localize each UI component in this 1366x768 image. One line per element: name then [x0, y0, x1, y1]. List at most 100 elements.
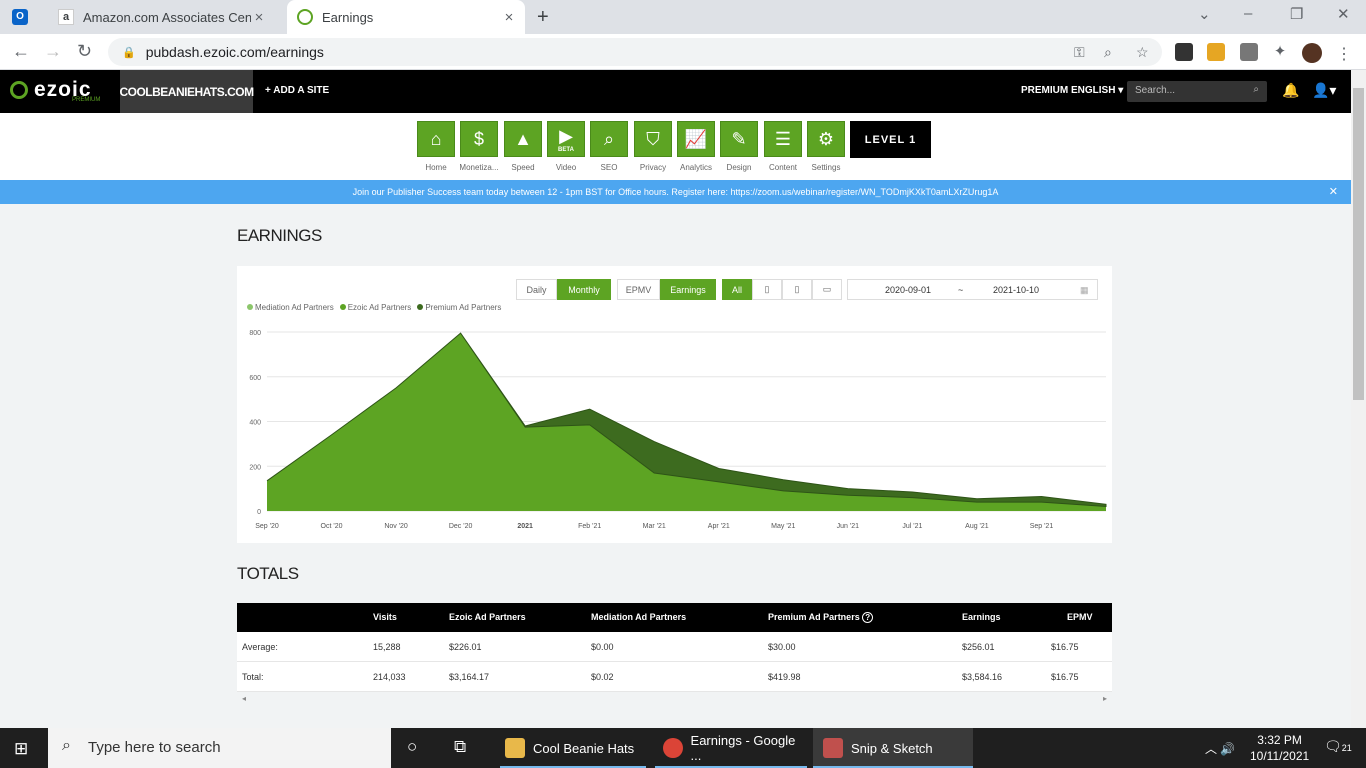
x-tick-label: Aug '21	[965, 523, 989, 530]
extensions-puzzle-icon[interactable]: ✦	[1271, 43, 1289, 61]
minimize-icon[interactable]: –	[1244, 5, 1252, 22]
key-icon[interactable]: ⚿	[1074, 44, 1085, 61]
site-selector[interactable]: COOLBEANIEHATS.COM	[119, 70, 254, 113]
bell-icon[interactable]: 🔔	[1282, 82, 1299, 99]
x-tick-label: Jul '21	[902, 523, 922, 530]
x-tick-label: 2021	[517, 523, 533, 530]
x-tick-label: May '21	[771, 523, 795, 530]
table-cell: $16.75	[1051, 672, 1079, 682]
app-label: Cool Beanie Hats	[533, 740, 635, 756]
col-epmv: EPMV	[1067, 612, 1093, 622]
totals-title: TOTALS	[237, 564, 299, 583]
taskbar-clock[interactable]: 3:32 PM 10/11/2021	[1250, 732, 1309, 764]
tab-search-icon[interactable]: ⌄	[1198, 5, 1211, 23]
page-scrollbar[interactable]	[1351, 70, 1366, 728]
nav-privacy-button[interactable]: ⛉	[634, 121, 672, 157]
nav-home-button[interactable]: ⌂	[417, 121, 455, 157]
close-tab-icon[interactable]: ×	[501, 9, 517, 26]
extension-hat-icon[interactable]	[1175, 43, 1193, 61]
level-text: LEVEL 1	[864, 133, 917, 146]
nav-label: Settings	[811, 163, 841, 172]
windows-start-icon[interactable]: ⊞	[14, 739, 28, 759]
x-tick-label: Jun '21	[837, 523, 859, 530]
x-tick-label: Sep '20	[255, 523, 279, 530]
nav-speed-button[interactable]: ▲	[504, 121, 542, 157]
close-window-icon[interactable]: ✕	[1337, 5, 1350, 23]
new-tab-button[interactable]: +	[537, 6, 549, 29]
close-tab-icon[interactable]: ×	[251, 9, 267, 26]
nav-content-button[interactable]: ☰	[764, 121, 802, 157]
x-tick-label: Apr '21	[708, 523, 730, 530]
shield-icon: ⛉	[646, 128, 660, 149]
ezoic-logo[interactable]: ezoic PREMIUM	[10, 78, 100, 103]
amazon-icon: a	[58, 9, 74, 25]
table-horizontal-scrollbar[interactable]: ◂ ▸	[237, 694, 1112, 706]
notification-center-icon[interactable]: 🗨21	[1324, 738, 1352, 755]
taskbar-app-explorer[interactable]: Cool Beanie Hats	[500, 728, 646, 768]
language-dropdown[interactable]: ENGLISH ▾	[1071, 85, 1123, 96]
forward-icon[interactable]: →	[44, 41, 62, 62]
home-icon: ⌂	[430, 128, 442, 149]
tab-label: Earnings	[322, 9, 374, 25]
nav-analytics-button[interactable]: 📈	[677, 121, 715, 157]
nav-label: Monetiza...	[459, 163, 499, 172]
table-cell: $226.01	[449, 642, 482, 652]
scrollbar-thumb[interactable]	[1353, 88, 1364, 400]
profile-avatar[interactable]	[1302, 43, 1322, 63]
dollar-icon: $	[473, 128, 484, 149]
scroll-left-icon[interactable]: ◂	[242, 694, 246, 703]
browser-tab-strip: O a Amazon.com Associates Central × Earn…	[0, 0, 1366, 34]
add-site-link[interactable]: + ADD A SITE	[265, 85, 329, 96]
search-icon: ⌕	[1253, 84, 1259, 95]
search-input[interactable]: Search... ⌕	[1127, 81, 1267, 102]
tab-label: Amazon.com Associates Central	[83, 9, 251, 25]
taskbar-search[interactable]: ⌕ Type here to search	[48, 728, 391, 768]
table-cell: $30.00	[768, 642, 796, 652]
earnings-chart-card: Daily Monthly EPMV Earnings All ▯ ▯ ▭ 20…	[237, 266, 1112, 543]
gear-icon: ⚙	[817, 128, 835, 149]
taskbar-app-chrome[interactable]: Earnings - Google ...	[655, 728, 807, 768]
series-area	[267, 333, 1106, 511]
ezoic-header: ezoic PREMIUM COOLBEANIEHATS.COM + ADD A…	[0, 70, 1351, 113]
chart-icon: 📈	[684, 128, 708, 149]
tab-outlook[interactable]: O	[12, 0, 46, 34]
nav-video-button[interactable]: ▶ BETA	[547, 121, 585, 157]
reload-icon[interactable]: ↻	[77, 41, 92, 62]
notification-count: 21	[1341, 743, 1352, 753]
taskbar-app-snip[interactable]: Snip & Sketch	[813, 728, 973, 768]
tab-amazon-associates[interactable]: a Amazon.com Associates Central ×	[58, 0, 284, 34]
extension-50-icon[interactable]	[1207, 43, 1225, 61]
nav-monetization-button[interactable]: $	[460, 121, 498, 157]
level-badge[interactable]: LEVEL 1	[850, 121, 931, 158]
bookmark-star-icon[interactable]: ☆	[1136, 44, 1149, 61]
nav-design-button[interactable]: ✎	[720, 121, 758, 157]
announcement-banner: Join our Publisher Success team today be…	[0, 180, 1351, 204]
clock-time: 3:32 PM	[1257, 733, 1302, 747]
y-tick-label: 800	[249, 330, 261, 337]
close-banner-icon[interactable]: ✕	[1329, 180, 1338, 204]
premium-link[interactable]: PREMIUM	[1021, 85, 1068, 96]
snip-sketch-icon	[823, 738, 843, 758]
nav-seo-button[interactable]: ⌕	[590, 121, 628, 157]
user-menu-icon[interactable]: 👤▾	[1312, 82, 1336, 99]
tab-earnings[interactable]: Earnings ×	[287, 0, 525, 34]
system-tray-icons[interactable]: ︿ 🔊	[1205, 740, 1235, 757]
x-tick-label: Oct '20	[321, 523, 343, 530]
help-icon[interactable]: ?	[862, 612, 874, 623]
table-cell: $3,164.17	[449, 672, 490, 682]
nav-label: Design	[726, 163, 752, 172]
app-label: Earnings - Google ...	[690, 733, 796, 763]
scroll-right-icon[interactable]: ▸	[1103, 694, 1107, 703]
url-bar[interactable]: 🔒 pubdash.ezoic.com/earnings ⚿ ⌕ ☆	[108, 38, 1162, 66]
back-icon[interactable]: ←	[12, 41, 30, 62]
browser-menu-icon[interactable]: ⋮	[1336, 44, 1354, 63]
restore-icon[interactable]: ❐	[1290, 5, 1303, 23]
task-view-icon[interactable]: ⧉	[454, 737, 466, 757]
cortana-icon[interactable]: ○	[407, 737, 417, 757]
nav-settings-button[interactable]: ⚙	[807, 121, 845, 157]
zoom-icon[interactable]: ⌕	[1104, 44, 1112, 61]
extension-s-icon[interactable]	[1240, 43, 1258, 61]
table-cell: $256.01	[962, 642, 995, 652]
y-tick-label: 600	[249, 375, 261, 382]
table-cell: $0.00	[591, 642, 614, 652]
